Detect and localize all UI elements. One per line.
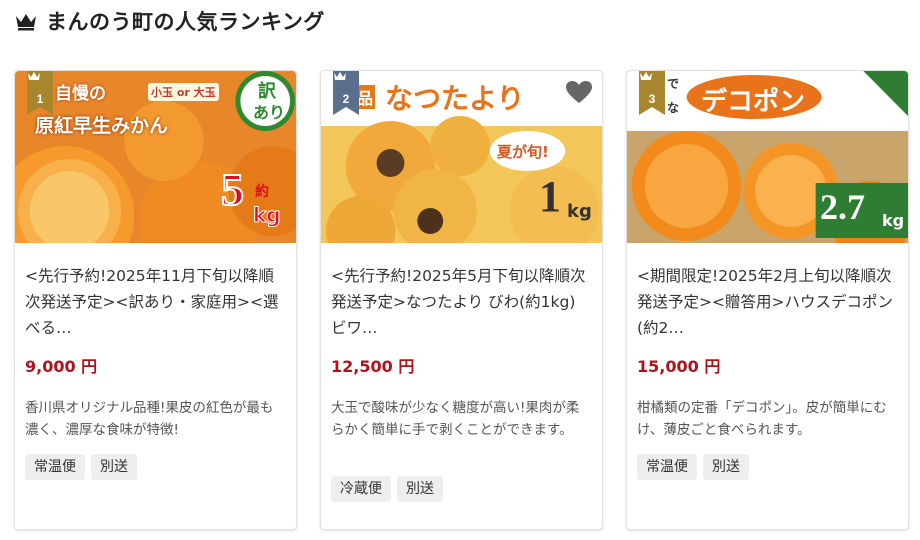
image-text: 5 [220,163,245,216]
product-card-3[interactable]: で な デコポン 贈答用 2.7 kg 3 <期間限定!2025年2月上旬以降順… [626,70,909,530]
tag-list: 常温便 別送 [25,454,137,480]
product-description: 香川県オリジナル品種!果皮の紅色が最も濃く、濃厚な食味が特徴! [25,400,274,438]
shipping-tag: 常温便 [25,454,85,480]
image-text: な [667,101,680,115]
rank-badge: 3 [639,71,665,115]
rank-badge: 1 [27,71,53,115]
product-title[interactable]: <先行予約!2025年5月下旬以降順次発送予定>なつたより びわ(約1kg) ビ… [331,263,592,341]
product-title[interactable]: <期間限定!2025年2月上旬以降順次発送予定><贈答用>ハウスデコポン(約2… [637,263,898,341]
page-title: まんのう町の人気ランキング [46,10,325,34]
image-text: 約 [255,184,269,200]
product-price: 9,000 円 [25,357,98,376]
rank-number: 1 [36,92,44,106]
shipping-tag: 別送 [397,476,443,502]
rank-badge: 2 [333,71,359,115]
product-price: 12,500 円 [331,357,415,376]
crown-icon [16,14,36,31]
image-text: 1 [539,172,561,221]
image-text: 自慢の [55,84,106,104]
product-title[interactable]: <先行予約!2025年11月下旬以降順次発送予定><訳あり・家庭用><選べる… [25,263,286,341]
rank-number: 2 [342,92,350,106]
rank-number: 3 [648,92,656,106]
shipping-tag: 冷蔵便 [331,476,391,502]
product-price: 15,000 円 [637,357,721,376]
crown-icon [640,72,652,80]
heart-icon[interactable] [564,79,594,105]
shipping-tag: 別送 [91,454,137,480]
image-text: 夏が旬! [497,143,549,161]
product-description: 柑橘類の定番「デコポン」。皮が簡単にむけ、薄皮ごと食べられます。 [637,400,887,438]
ranking-header: まんのう町の人気ランキング [14,6,325,36]
image-text: あり [253,103,286,122]
crown-icon [28,72,40,80]
image-text: デコポン [701,87,806,117]
shipping-tag: 別送 [703,454,749,480]
image-text: kg [253,203,282,228]
product-card-2[interactable]: 品 なつたより 夏が旬! 1 kg 2 <先行予約!2025年5月下旬以降順次発… [320,70,603,530]
image-text: 2.7 [820,187,865,227]
crown-icon [334,72,346,80]
image-text: なつたより [385,82,525,115]
tag-list: 常温便 別送 [637,454,749,480]
image-text: 原紅早生みかん [35,115,169,137]
image-text: で [667,77,680,91]
image-text: kg [567,201,592,222]
image-text: kg [882,211,905,230]
shipping-tag: 常温便 [637,454,697,480]
tag-list: 冷蔵便 別送 [331,476,443,502]
product-image-1[interactable]: 自慢の 小玉 or 大玉 訳 あり 原紅早生みかん 5 約 kg 1 [15,71,296,243]
product-image-3[interactable]: で な デコポン 贈答用 2.7 kg 3 [627,71,908,243]
image-text: 小玉 or 大玉 [148,83,219,101]
product-image-2[interactable]: 品 なつたより 夏が旬! 1 kg 2 [321,71,602,243]
product-card-1[interactable]: 自慢の 小玉 or 大玉 訳 あり 原紅早生みかん 5 約 kg 1 <先行予約… [14,70,297,530]
product-description: 大玉で酸味が少なく糖度が高い!果肉が柔らかく簡単に手で剥くことができます。 [331,400,580,438]
